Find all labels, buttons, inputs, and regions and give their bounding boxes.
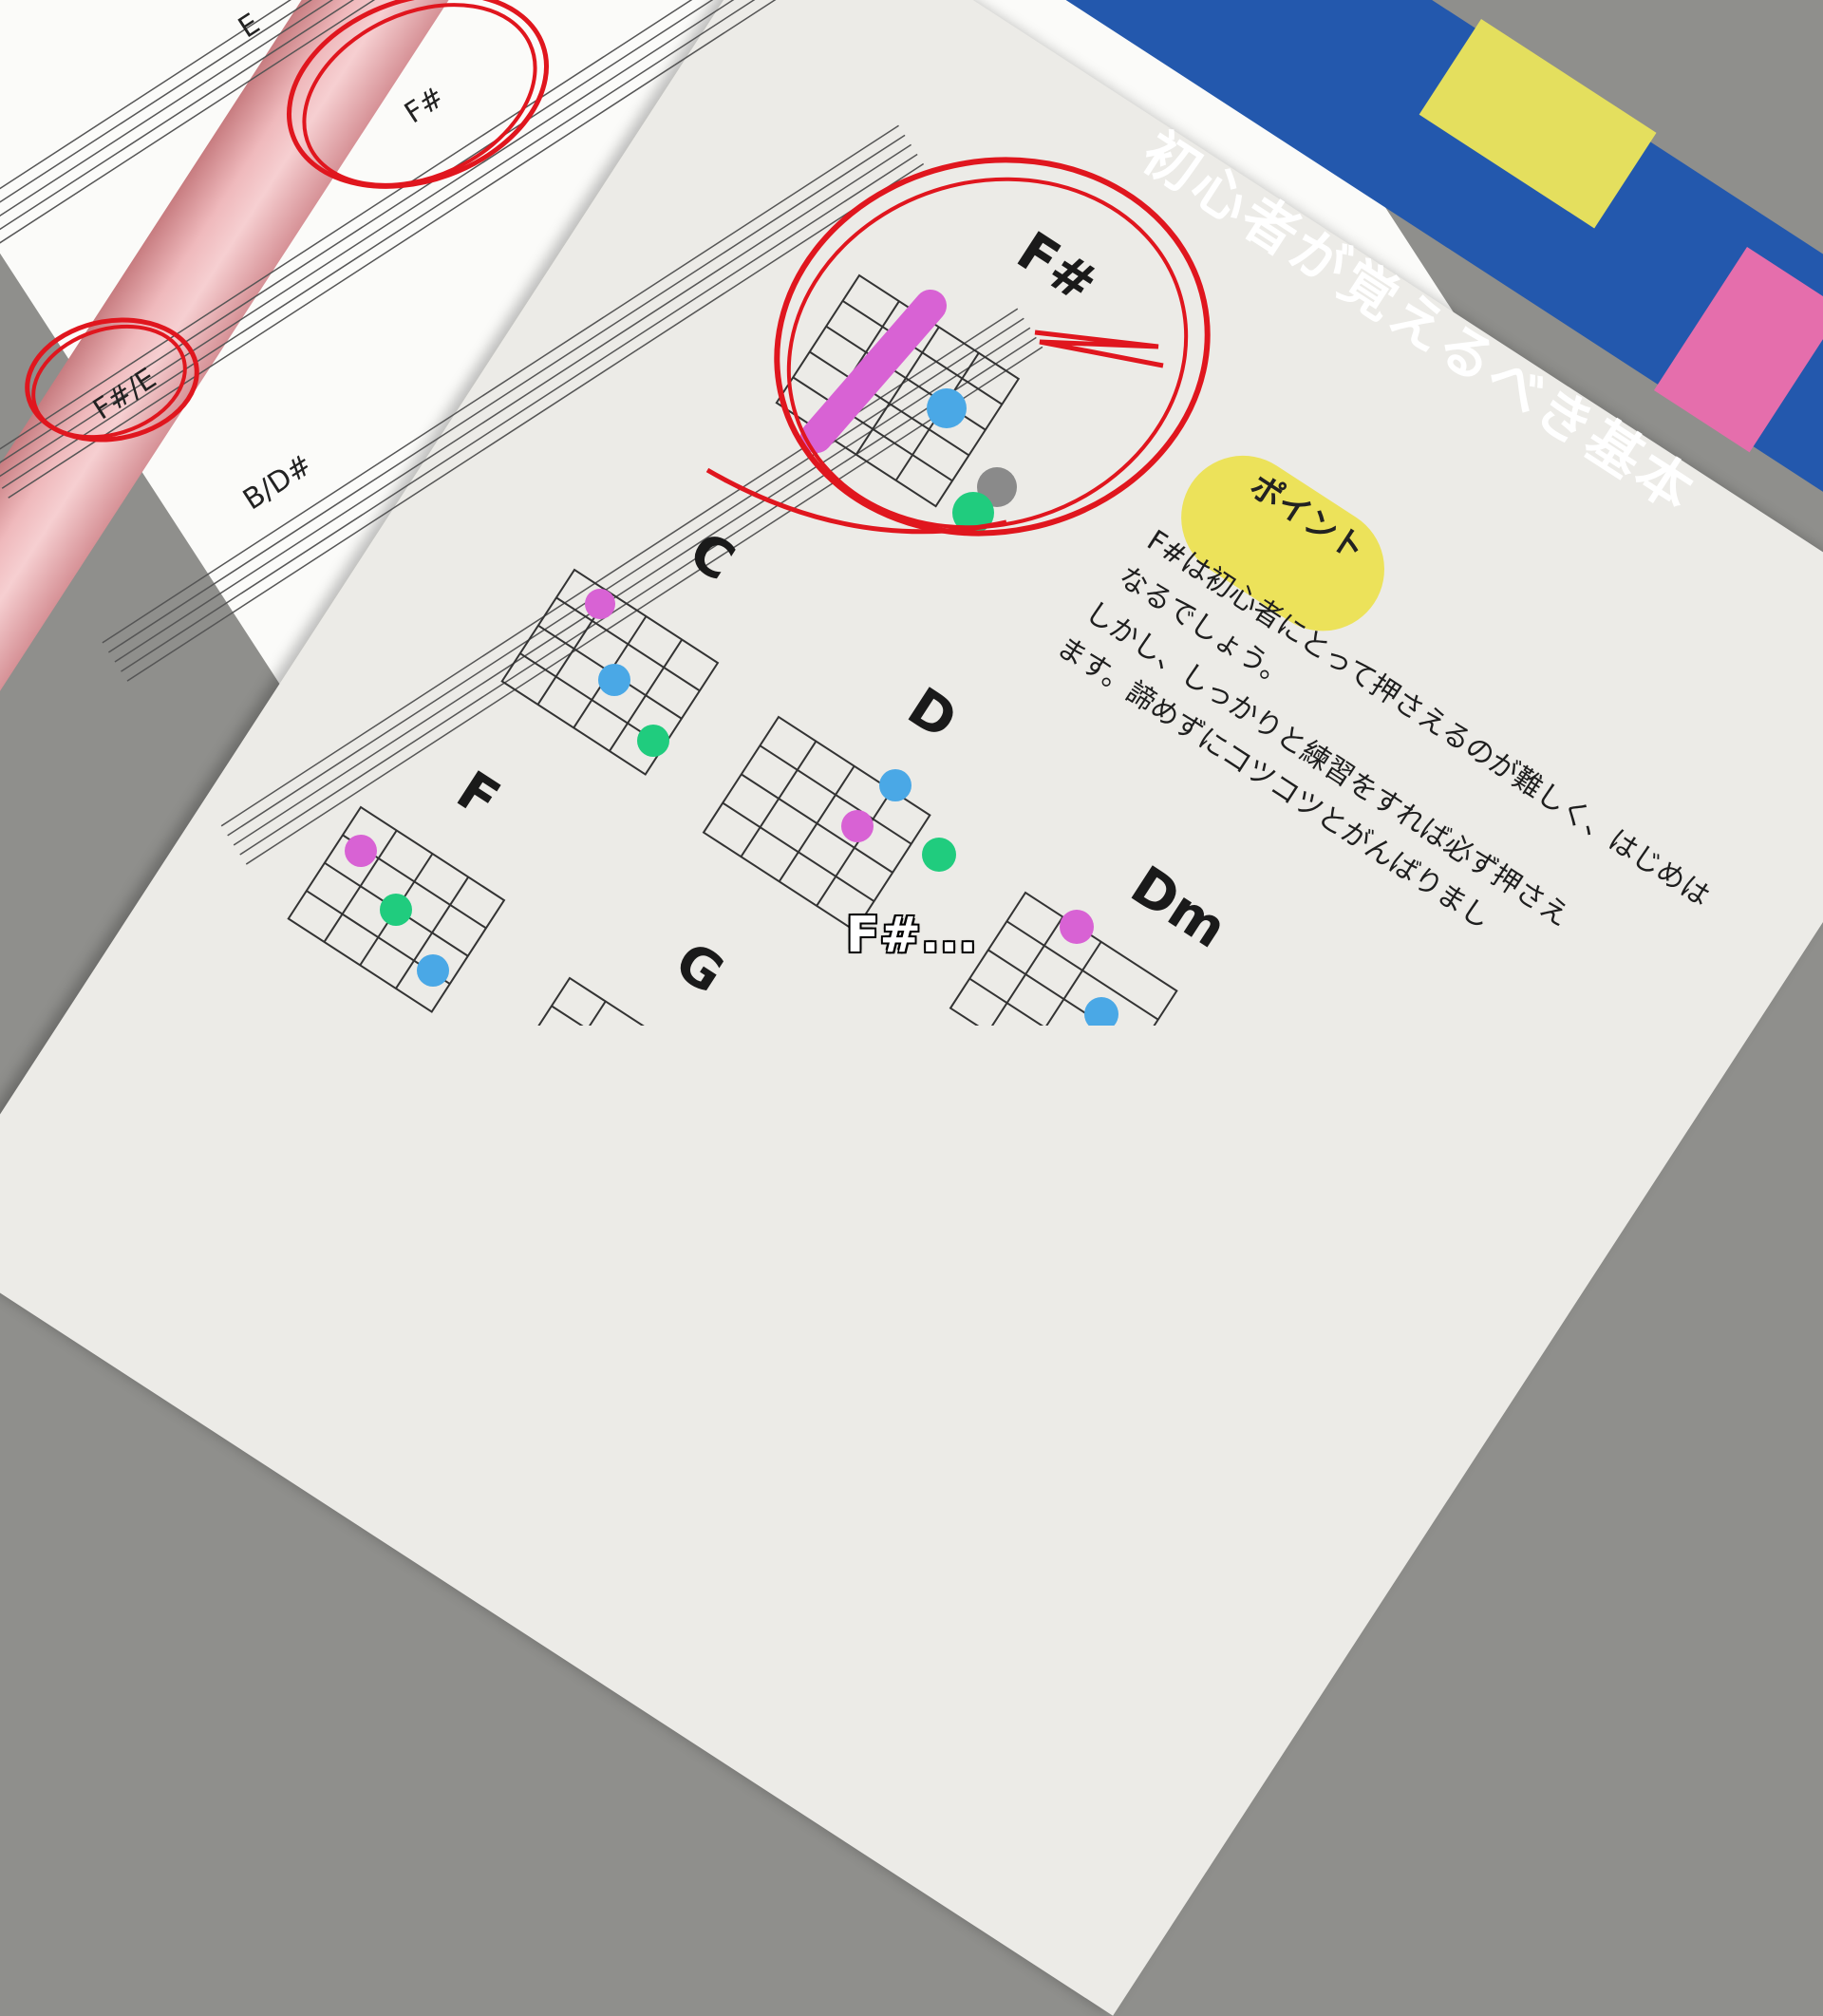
chord-diagram-fsharp xyxy=(775,273,1021,508)
sheet-music-staves xyxy=(0,0,1211,1026)
finger-dot-blue xyxy=(927,388,967,428)
chord-diagram-d xyxy=(702,715,931,933)
subtitle: F#... xyxy=(845,907,978,964)
red-scribble xyxy=(1034,330,1164,368)
